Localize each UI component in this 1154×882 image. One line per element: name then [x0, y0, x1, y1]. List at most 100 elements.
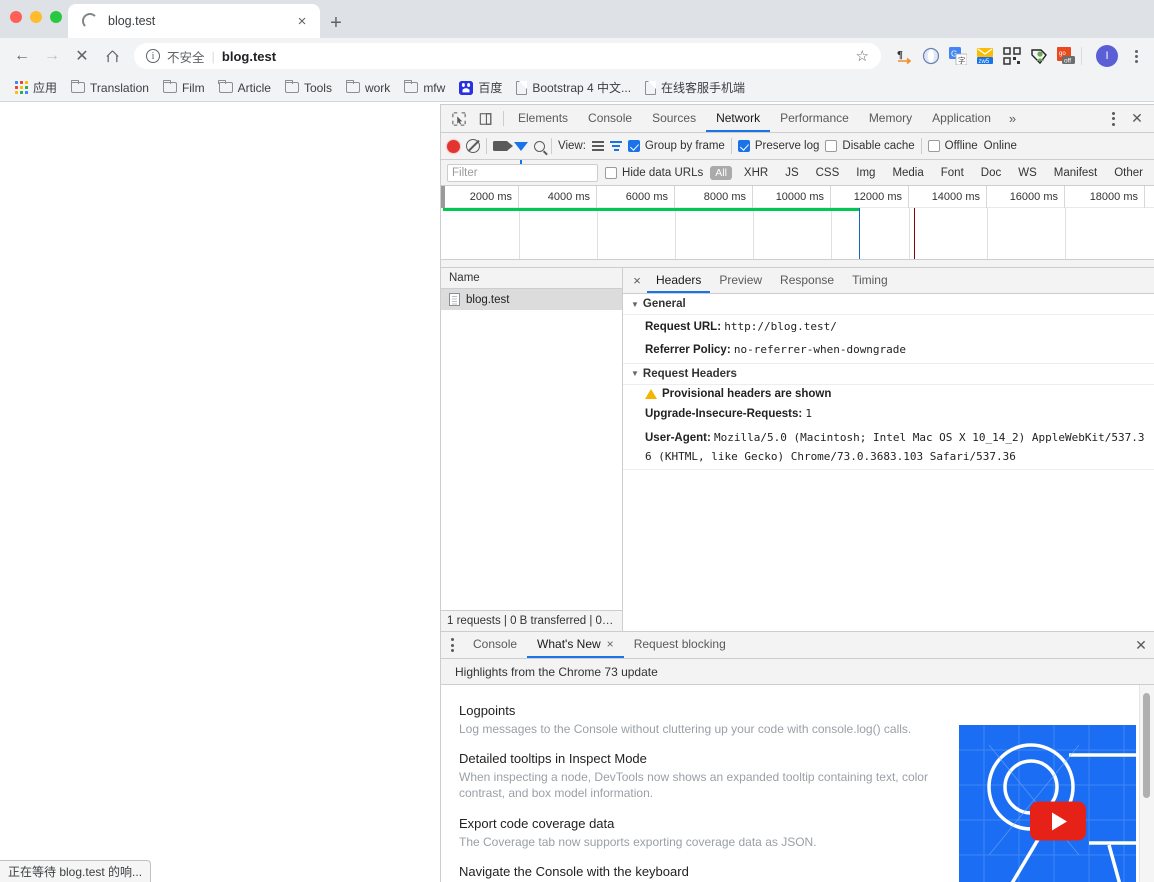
bookmark-article[interactable]: Article: [212, 79, 278, 97]
new-tab-button[interactable]: +: [322, 9, 350, 37]
address-bar[interactable]: i 不安全 | blog.test ☆: [134, 43, 881, 69]
checkbox-icon[interactable]: [605, 166, 618, 179]
drawer-tab-console[interactable]: Console: [463, 632, 527, 658]
google-translate-icon[interactable]: G字: [949, 47, 968, 66]
whats-new-scrollbar-track[interactable]: [1139, 685, 1154, 882]
bookmark-tools[interactable]: Tools: [278, 79, 339, 97]
stop-loading-button[interactable]: ✕: [68, 42, 96, 70]
request-list-column-header[interactable]: Name: [441, 268, 622, 289]
filter-type-manifest[interactable]: Manifest: [1049, 166, 1102, 180]
opera-ring-icon[interactable]: [922, 47, 940, 65]
filter-type-css[interactable]: CSS: [811, 166, 845, 180]
devtools-tab-memory[interactable]: Memory: [859, 105, 922, 132]
offline-checkbox[interactable]: Offline: [927, 140, 978, 152]
checkbox-icon[interactable]: [927, 140, 940, 152]
drawer-tab-whats-new[interactable]: What's New ×: [527, 632, 624, 658]
drawer-menu-icon[interactable]: [441, 632, 463, 658]
checkbox-icon[interactable]: [627, 140, 640, 152]
whats-new-item-title: Navigate the Console with the keyboard: [459, 863, 689, 879]
inspect-element-icon[interactable]: [445, 105, 472, 132]
warning-text: Provisional headers are shown: [662, 387, 832, 400]
bookmark-film[interactable]: Film: [156, 79, 212, 97]
bookmark-apps[interactable]: 应用: [8, 77, 64, 98]
detail-tab-preview[interactable]: Preview: [710, 268, 771, 293]
devtools-tab-sources[interactable]: Sources: [642, 105, 706, 132]
timeline-tick: 4000 ms: [519, 186, 597, 208]
devtools-tab-network[interactable]: Network: [706, 105, 771, 132]
preserve-log-checkbox[interactable]: Preserve log: [737, 140, 819, 152]
devtools-tab-application[interactable]: Application: [922, 105, 1001, 132]
filter-type-media[interactable]: Media: [887, 166, 928, 180]
bookmark-star-icon[interactable]: ☆: [856, 47, 869, 65]
filter-type-ws[interactable]: WS: [1013, 166, 1042, 180]
filter-type-img[interactable]: Img: [851, 166, 880, 180]
drawer-tab-request-blocking[interactable]: Request blocking: [624, 632, 736, 658]
section-general-header[interactable]: ▼ General: [623, 294, 1154, 315]
funnel-icon[interactable]: [514, 141, 528, 164]
filter-type-font[interactable]: Font: [936, 166, 969, 180]
tab-close-icon[interactable]: ×: [292, 14, 312, 29]
home-button[interactable]: [98, 42, 126, 70]
devtools-tab-performance[interactable]: Performance: [770, 105, 859, 132]
bookmark-mfw[interactable]: mfw: [397, 79, 452, 97]
window-close-button[interactable]: [10, 11, 22, 23]
back-button[interactable]: ←: [8, 42, 36, 70]
person-tag-icon[interactable]: [1030, 47, 1048, 65]
pilcrow-arrow-icon[interactable]: ¶: [895, 47, 913, 65]
mail-zw5-icon[interactable]: zw5: [976, 47, 994, 65]
window-minimize-button[interactable]: [30, 11, 42, 23]
timeline-tick: 6000 ms: [597, 186, 675, 208]
disable-cache-checkbox[interactable]: Disable cache: [825, 140, 915, 152]
network-timeline-overview[interactable]: 2000 ms 4000 ms 6000 ms 8000 ms 10000 ms…: [441, 186, 1154, 268]
section-request-headers-header[interactable]: ▼ Request Headers: [623, 364, 1154, 385]
list-view-icon[interactable]: [591, 141, 604, 151]
camera-icon[interactable]: [493, 141, 513, 151]
window-maximize-button[interactable]: [50, 11, 62, 23]
search-icon[interactable]: [534, 140, 545, 152]
browser-menu-button[interactable]: [1126, 49, 1146, 63]
group-by-frame-checkbox[interactable]: Group by frame: [627, 140, 725, 152]
throttling-select[interactable]: Online: [984, 140, 1017, 152]
filter-type-all[interactable]: All: [710, 165, 732, 180]
checkbox-icon[interactable]: [825, 140, 838, 152]
profile-avatar[interactable]: I: [1096, 45, 1118, 67]
page-icon: [516, 80, 528, 95]
bookmark-translation[interactable]: Translation: [64, 79, 156, 97]
filter-type-js[interactable]: JS: [780, 166, 803, 180]
filter-type-xhr[interactable]: XHR: [739, 166, 773, 180]
site-info-icon[interactable]: i: [146, 49, 160, 63]
devtools-more-tabs-icon[interactable]: »: [1001, 105, 1024, 132]
record-button-icon[interactable]: [447, 139, 460, 153]
devtools-tab-console[interactable]: Console: [578, 105, 642, 132]
chrome-blueprint-video-thumbnail[interactable]: [959, 725, 1136, 882]
forward-button[interactable]: →: [38, 42, 66, 70]
bookmark-bootstrap[interactable]: Bootstrap 4 中文...: [509, 77, 638, 98]
hide-data-urls-checkbox[interactable]: Hide data URLs: [605, 166, 703, 179]
folder-icon: [162, 79, 177, 93]
detail-tab-headers[interactable]: Headers: [647, 268, 711, 293]
device-toolbar-icon[interactable]: [472, 105, 499, 132]
devtools-settings-menu-icon[interactable]: [1102, 111, 1124, 126]
browser-tab[interactable]: blog.test ×: [68, 4, 320, 38]
filter-type-doc[interactable]: Doc: [976, 166, 1006, 180]
clear-network-log-icon[interactable]: [466, 139, 480, 153]
qr-code-icon[interactable]: [1003, 47, 1021, 65]
devtools-tab-elements[interactable]: Elements: [508, 105, 578, 132]
table-row[interactable]: blog.test: [441, 289, 622, 310]
filter-type-other[interactable]: Other: [1109, 166, 1148, 180]
off-badge-icon[interactable]: go off: [1057, 47, 1075, 65]
filter-input[interactable]: Filter: [447, 163, 599, 182]
waterfall-view-icon[interactable]: [609, 141, 622, 151]
whats-new-scrollbar-thumb[interactable]: [1143, 693, 1150, 798]
youtube-play-button[interactable]: [1030, 801, 1087, 841]
drawer-tab-close-icon[interactable]: ×: [607, 637, 614, 651]
bookmark-work[interactable]: work: [339, 79, 397, 97]
detail-tab-timing[interactable]: Timing: [843, 268, 897, 293]
bookmark-online-service[interactable]: 在线客服手机端: [638, 77, 752, 98]
checkbox-icon[interactable]: [737, 140, 750, 152]
devtools-close-icon[interactable]: ✕: [1126, 110, 1148, 127]
detail-tab-response[interactable]: Response: [771, 268, 843, 293]
bookmark-baidu[interactable]: 百度: [452, 77, 509, 98]
close-detail-icon[interactable]: ×: [627, 268, 647, 293]
drawer-close-icon[interactable]: ✕: [1128, 632, 1154, 658]
